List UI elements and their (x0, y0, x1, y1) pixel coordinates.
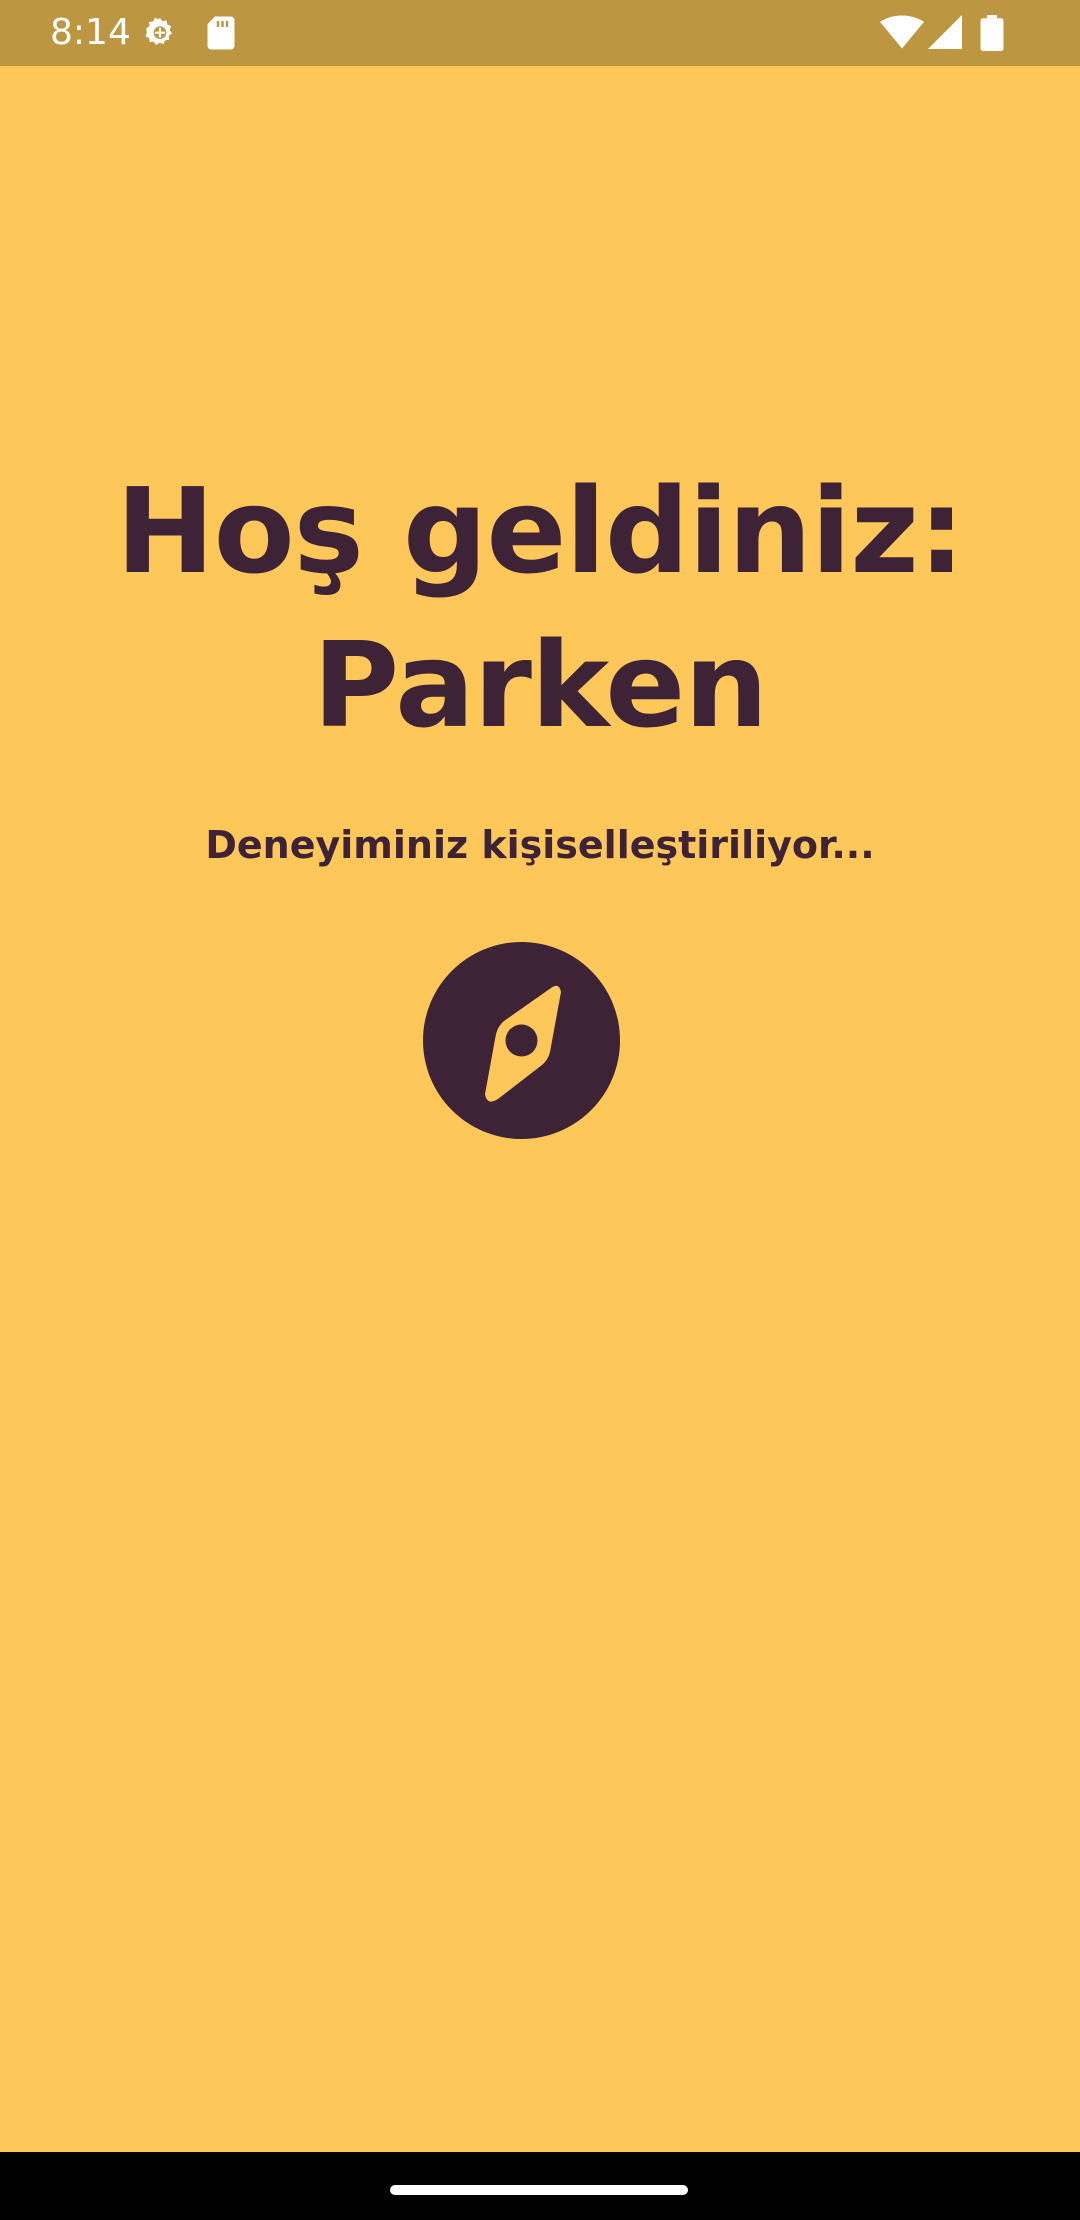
welcome-title-line2: Parken (312, 616, 768, 754)
status-bar: 8:14 (0, 0, 1080, 66)
compass-icon (423, 942, 620, 1139)
battery-icon (980, 15, 1004, 55)
home-gesture-handle[interactable] (390, 2185, 688, 2195)
status-time: 8:14 (50, 12, 131, 53)
welcome-title: Hoş geldiniz: Parken (0, 454, 1080, 762)
settings-gear-icon (139, 15, 181, 55)
navigation-bar (0, 2152, 1080, 2220)
sd-card-icon (206, 15, 236, 55)
wifi-icon (880, 15, 924, 53)
cell-signal-icon (928, 15, 962, 53)
welcome-subtitle: Deneyiminiz kişiselleştiriliyor... (205, 823, 875, 867)
welcome-title-line1: Hoş geldiniz: (115, 462, 965, 600)
